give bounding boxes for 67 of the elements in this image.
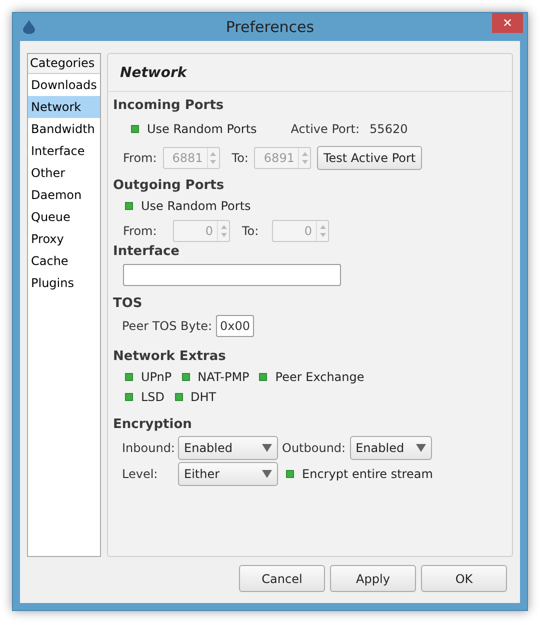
section-heading: TOS xyxy=(113,294,144,312)
spin-value: 0 xyxy=(303,223,313,240)
checkbox-label: DHT xyxy=(190,388,216,406)
checkbox-label: Peer Exchange xyxy=(275,368,364,386)
checkbox-label: LSD xyxy=(141,388,165,406)
from-label: From: xyxy=(123,150,157,166)
dialog-button[interactable]: Apply xyxy=(330,565,416,592)
checkbox-label: Encrypt entire stream xyxy=(302,466,433,483)
category-item[interactable]: Network xyxy=(28,96,100,118)
caret-icon xyxy=(262,444,272,452)
caret-icon xyxy=(262,470,272,478)
dialog-button[interactable]: OK xyxy=(421,565,507,592)
checkbox[interactable] xyxy=(286,470,294,478)
category-item[interactable]: Interface xyxy=(28,140,100,162)
category-item[interactable]: Daemon xyxy=(28,184,100,206)
category-item[interactable]: Downloads xyxy=(28,74,100,96)
section-heading: Outgoing Ports xyxy=(113,176,226,194)
section-heading: Encryption xyxy=(113,416,193,434)
category-item[interactable]: Proxy xyxy=(28,228,100,250)
checkbox-label: UPnP xyxy=(141,368,172,386)
outbound-label: Outbound: xyxy=(282,440,346,457)
from-label: From: xyxy=(123,223,158,240)
checkbox[interactable] xyxy=(125,392,133,400)
to-label: To: xyxy=(232,150,248,166)
spin-arrows-icon[interactable] xyxy=(217,221,229,241)
level-label: Level: xyxy=(122,466,159,483)
tos-label: Peer TOS Byte: xyxy=(122,318,212,335)
checkbox-label: NAT-PMP xyxy=(198,368,250,386)
caret-icon xyxy=(416,444,426,452)
dropdown[interactable]: Either xyxy=(178,462,278,486)
spin-arrows-icon[interactable] xyxy=(206,148,219,168)
dropdown[interactable]: Enabled xyxy=(178,436,278,460)
section-heading: Interface xyxy=(113,243,180,261)
interface-field[interactable] xyxy=(123,264,341,286)
spin-value: 6891 xyxy=(262,150,296,166)
inbound-label: Inbound: xyxy=(122,440,174,457)
page-title: Network xyxy=(108,54,512,92)
test-port-button[interactable]: Test Active Port xyxy=(317,146,422,170)
category-item[interactable]: Bandwidth xyxy=(28,118,100,140)
tos-field[interactable]: 0x00 xyxy=(216,315,254,337)
section-heading: Incoming Ports xyxy=(113,97,225,115)
checkbox-label: Use Random Ports xyxy=(147,120,257,138)
to-label: To: xyxy=(242,223,260,240)
app-icon xyxy=(23,20,35,34)
spin-arrows-icon[interactable] xyxy=(316,221,328,241)
category-item[interactable]: Plugins xyxy=(28,272,100,294)
checkbox[interactable] xyxy=(259,372,268,380)
dropdown[interactable]: Enabled xyxy=(350,436,432,460)
category-item[interactable]: Other xyxy=(28,162,100,184)
active-port-value: 55620 xyxy=(370,120,408,138)
category-item[interactable]: Cache xyxy=(28,250,100,272)
section-heading: Network Extras xyxy=(113,348,227,366)
active-port-label: Active Port: xyxy=(290,120,360,138)
checkbox[interactable] xyxy=(125,372,133,380)
checkbox[interactable] xyxy=(125,202,133,210)
spin-value: 6881 xyxy=(171,150,204,166)
dialog-button[interactable]: Cancel xyxy=(239,565,325,592)
list-header: Categories xyxy=(28,54,100,74)
checkbox[interactable] xyxy=(174,392,183,400)
category-item[interactable]: Queue xyxy=(28,206,100,228)
checkbox[interactable] xyxy=(182,372,190,380)
checkbox-label: Use Random Ports xyxy=(141,198,251,215)
close-button[interactable]: ✕ xyxy=(492,13,523,33)
checkbox[interactable] xyxy=(131,124,139,132)
spin-value: 0 xyxy=(204,223,214,240)
window-title: Preferences xyxy=(226,16,314,38)
spin-arrows-icon[interactable] xyxy=(298,148,310,168)
